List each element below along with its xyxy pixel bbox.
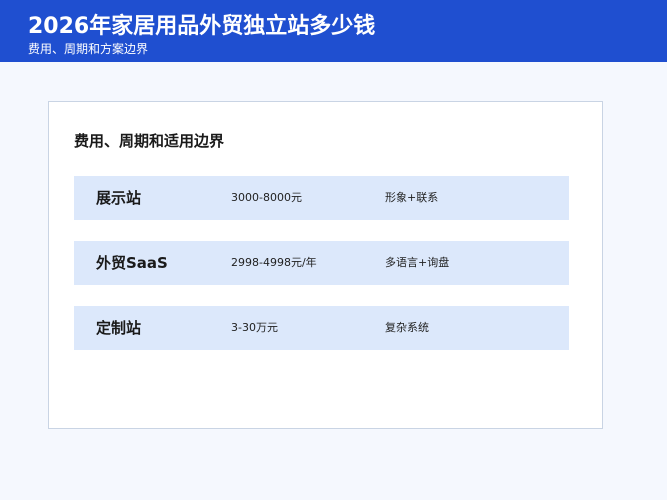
plan-row-saas: 外贸SaaS 2998-4998元/年 多语言+询盘 <box>74 241 569 285</box>
plan-name: 定制站 <box>96 319 142 337</box>
plan-price: 2998-4998元/年 <box>231 256 317 269</box>
page-subtitle: 费用、周期和方案边界 <box>28 42 149 56</box>
page-header: 2026年家居用品外贸独立站多少钱 费用、周期和方案边界 <box>0 0 667 62</box>
plan-row-custom: 定制站 3-30万元 复杂系统 <box>74 306 569 350</box>
card-title: 费用、周期和适用边界 <box>74 132 225 150</box>
plan-name: 外贸SaaS <box>96 254 168 272</box>
plan-name: 展示站 <box>96 189 142 207</box>
page-title: 2026年家居用品外贸独立站多少钱 <box>28 14 376 39</box>
plan-description: 多语言+询盘 <box>385 256 450 269</box>
pricing-card: 费用、周期和适用边界 展示站 3000-8000元 形象+联系 外贸SaaS 2… <box>48 101 603 429</box>
plan-description: 复杂系统 <box>385 321 429 334</box>
plan-description: 形象+联系 <box>385 191 439 204</box>
plan-row-showcase: 展示站 3000-8000元 形象+联系 <box>74 176 569 220</box>
plan-price: 3-30万元 <box>231 321 278 334</box>
plan-price: 3000-8000元 <box>231 191 302 204</box>
